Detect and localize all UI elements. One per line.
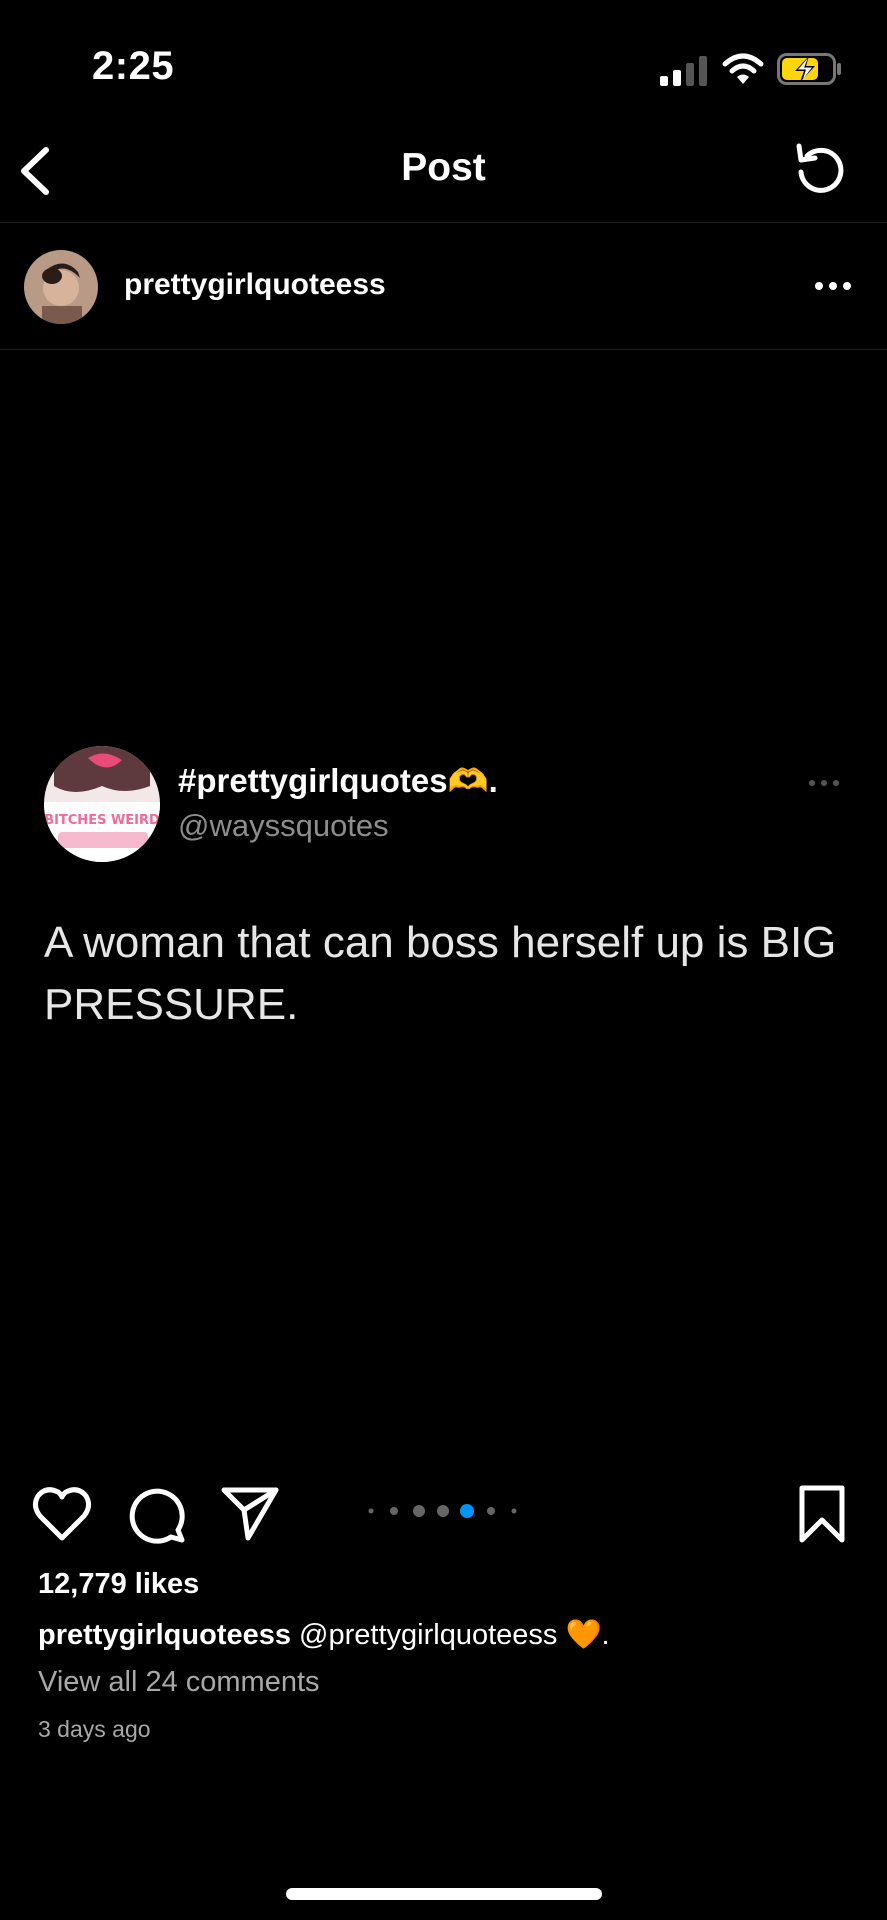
nav-divider (0, 222, 887, 223)
refresh-icon[interactable] (791, 140, 851, 200)
carousel-dot (368, 1508, 374, 1514)
carousel-indicator (368, 1504, 517, 1518)
wifi-icon (722, 53, 764, 84)
view-comments-link[interactable]: View all 24 comments (38, 1666, 320, 1699)
share-send-icon[interactable] (218, 1480, 282, 1544)
carousel-dot (413, 1505, 425, 1517)
home-indicator[interactable] (286, 1888, 602, 1900)
likes-count[interactable]: 12,779 likes (38, 1568, 199, 1601)
carousel-dot-active (460, 1504, 474, 1518)
post-timestamp: 3 days ago (38, 1716, 151, 1742)
status-time: 2:25 (92, 44, 175, 88)
tweet-handle: @wayssquotes (178, 808, 389, 843)
tweet-avatar: BITCHES WEIRD (44, 746, 160, 862)
carousel-dot (487, 1507, 495, 1515)
tweet-avatar-shirt-text: BITCHES WEIRD (44, 813, 160, 828)
caption-text: @prettygirlquoteess 🧡. (291, 1619, 610, 1651)
header-divider (0, 349, 887, 350)
caption-username[interactable]: prettygirlquoteess (38, 1619, 291, 1651)
battery-charging-icon (777, 53, 841, 85)
tweet-text: A woman that can boss herself up is BIG … (44, 918, 837, 1029)
carousel-dot (511, 1508, 517, 1514)
bookmark-icon[interactable] (790, 1482, 854, 1546)
page-title: Post (401, 146, 486, 189)
cellular-signal-icon (660, 56, 707, 86)
tweet-more-icon (809, 780, 839, 786)
carousel-dot (390, 1507, 398, 1515)
comment-bubble-icon[interactable] (124, 1482, 188, 1546)
author-username[interactable]: prettygirlquoteess (124, 268, 386, 302)
carousel-dot (437, 1505, 449, 1517)
tweet-display-name: #prettygirlquotes🫶. (178, 762, 498, 799)
post-caption: prettygirlquoteess @prettygirlquoteess 🧡… (38, 1618, 610, 1652)
author-avatar[interactable] (24, 250, 98, 324)
more-options-icon[interactable] (812, 270, 854, 302)
like-heart-icon[interactable] (30, 1482, 94, 1546)
